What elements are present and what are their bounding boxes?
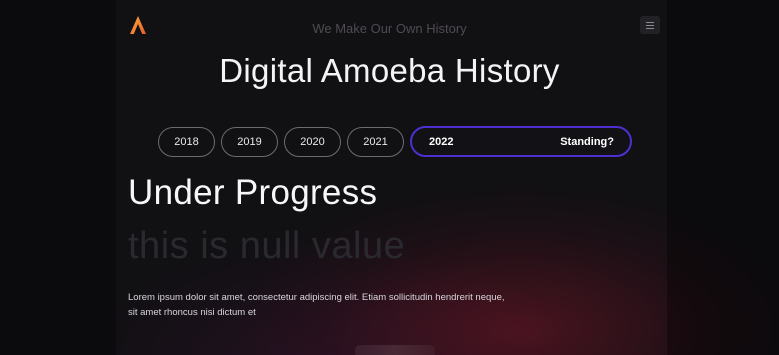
page-title: Digital Amoeba History xyxy=(219,52,560,89)
page: We Make Our Own History Digital Amoeba H… xyxy=(0,0,779,355)
year-tab-2022-active[interactable]: 2022 Standing? xyxy=(410,126,632,157)
hamburger-menu-icon[interactable] xyxy=(640,16,660,34)
active-year-status: Standing? xyxy=(560,135,614,148)
section-subheading: this is null value xyxy=(128,225,406,267)
year-tab-2020[interactable]: 2020 xyxy=(284,127,341,157)
bottom-element xyxy=(355,345,435,355)
section-heading: Under Progress xyxy=(128,173,378,212)
year-tabs: 2018 2019 2020 2021 xyxy=(158,127,404,157)
year-tab-2019[interactable]: 2019 xyxy=(221,127,278,157)
active-year-label: 2022 xyxy=(429,135,454,148)
section-description: Lorem ipsum dolor sit amet, consectetur … xyxy=(128,292,505,318)
year-tab-2021[interactable]: 2021 xyxy=(347,127,404,157)
year-tab-2018[interactable]: 2018 xyxy=(158,127,215,157)
tagline: We Make Our Own History xyxy=(312,21,467,36)
